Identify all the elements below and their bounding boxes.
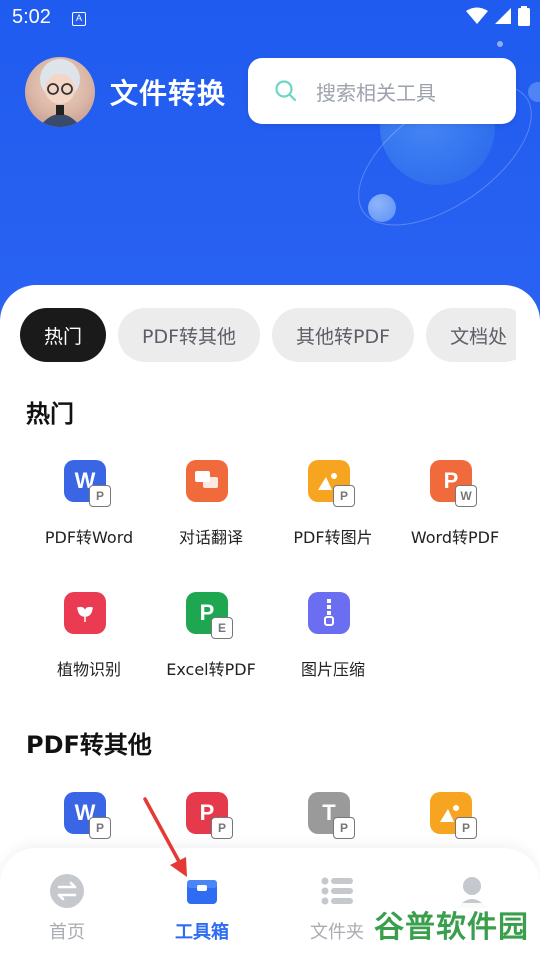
tool-pdf-to-text[interactable]: TP (272, 792, 394, 842)
annotation-arrow (143, 797, 187, 877)
tool-pdf-to-image[interactable]: P PDF转图片 (272, 460, 394, 548)
section-title-pdf-to-other: PDF转其他 (26, 731, 152, 759)
tool-pdf-to-image[interactable]: P (394, 792, 516, 842)
tool-label: PDF转图片 (293, 528, 373, 547)
moon-decoration (528, 82, 540, 102)
status-bar: 5:02 A (0, 0, 540, 36)
notification-icon: A (72, 12, 86, 26)
nav-label: 首页 (49, 922, 85, 943)
tab-document[interactable]: 文档处 (426, 308, 516, 362)
tool-pdf-to-word[interactable]: WP (28, 792, 150, 842)
hot-tools-grid: WP PDF转Word 对话翻译 P PDF转图片 PW Word转PDF 植物… (28, 460, 518, 680)
nav-toolbox[interactable]: 工具箱 (142, 872, 262, 944)
tool-label: 图片压缩 (300, 660, 365, 679)
word-doc-icon: WP (64, 460, 114, 510)
battery-icon (518, 6, 530, 26)
chat-translate-icon (186, 460, 236, 510)
word-doc-icon: WP (64, 792, 114, 842)
pdf-doc-icon: PW (430, 460, 480, 510)
nav-label: 文件夹 (310, 922, 364, 943)
pdf-to-other-tools-grid: WP PP TP P (28, 792, 518, 842)
folder-list-icon (321, 877, 353, 905)
nav-home[interactable]: 首页 (7, 872, 127, 944)
home-icon (50, 874, 84, 908)
search-bar[interactable]: 搜索相关工具 (248, 58, 516, 124)
tool-label: 植物识别 (56, 660, 121, 679)
page-title: 文件转换 (110, 77, 227, 110)
header-banner (0, 0, 540, 320)
tool-label: PDF转Word (44, 528, 134, 547)
tool-label: Excel转PDF (166, 660, 256, 679)
tool-excel-to-pdf[interactable]: PE Excel转PDF (150, 592, 272, 680)
watermark: 谷普软件园 (368, 903, 535, 945)
tool-label: Word转PDF (410, 528, 500, 547)
tool-plant-identify[interactable]: 植物识别 (28, 592, 150, 680)
pdf-doc-icon: PE (186, 592, 236, 642)
tab-hot[interactable]: 热门 (20, 308, 107, 362)
signal-icon (495, 8, 511, 24)
search-icon (275, 80, 297, 102)
wifi-icon (466, 7, 488, 24)
image-icon: P (430, 792, 480, 842)
image-icon: P (308, 460, 358, 510)
status-time: 5:02 (12, 6, 51, 28)
section-title-hot: 热门 (26, 400, 74, 428)
zip-icon (308, 592, 358, 642)
tool-pdf-to-word[interactable]: WP PDF转Word (28, 460, 150, 548)
tool-word-to-pdf[interactable]: PW Word转PDF (394, 460, 516, 548)
category-tabs: 热门 PDF转其他 其他转PDF 文档处 (20, 308, 516, 362)
avatar-image (39, 59, 81, 127)
tool-chat-translate[interactable]: 对话翻译 (150, 460, 272, 548)
avatar[interactable] (25, 57, 95, 127)
nav-label: 工具箱 (175, 922, 229, 943)
moon-decoration (368, 194, 396, 222)
text-doc-icon: TP (308, 792, 358, 842)
star-decoration (497, 41, 503, 47)
tool-image-compress[interactable]: 图片压缩 (272, 592, 394, 680)
search-input[interactable]: 搜索相关工具 (316, 77, 436, 106)
tool-label: 对话翻译 (178, 528, 243, 547)
tab-pdf-to-other[interactable]: PDF转其他 (118, 308, 261, 362)
plant-icon (64, 592, 114, 642)
tab-other-to-pdf[interactable]: 其他转PDF (272, 308, 415, 362)
